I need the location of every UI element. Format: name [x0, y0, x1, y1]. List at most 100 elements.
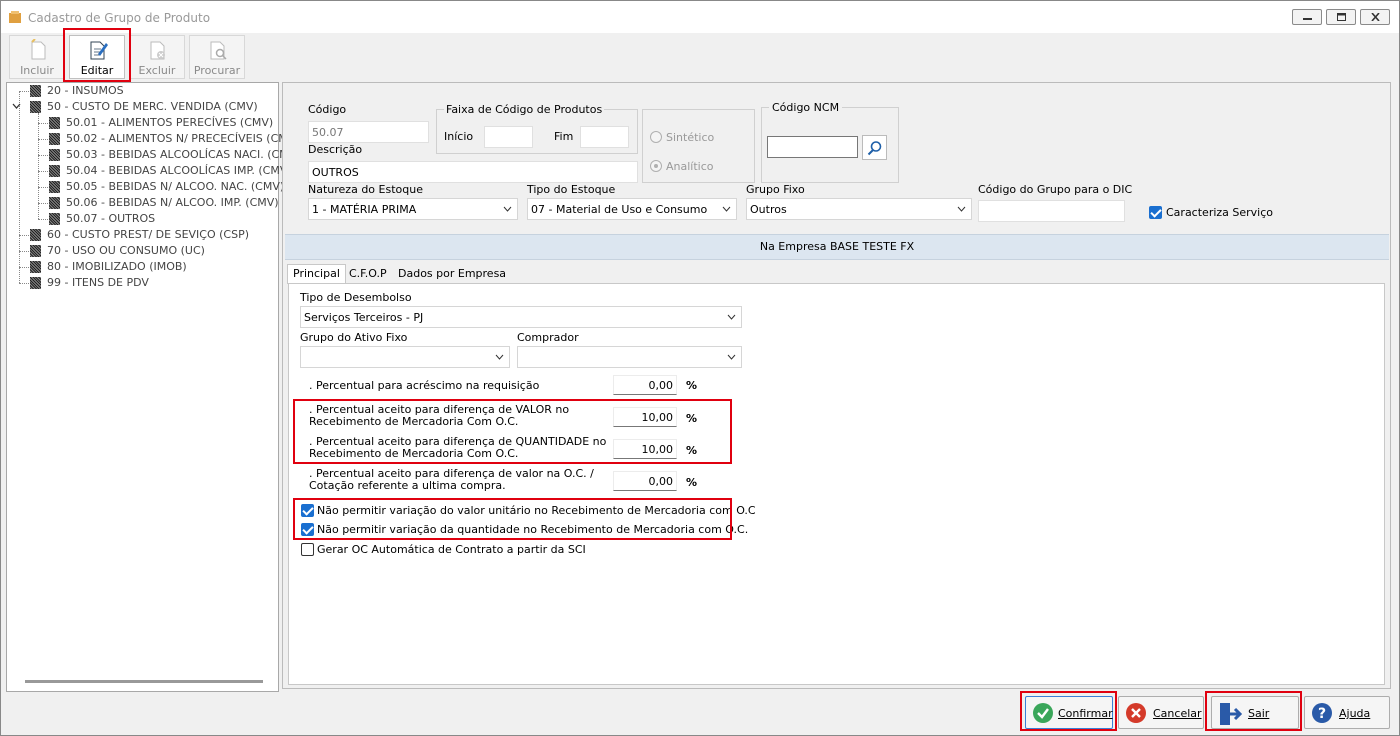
gerar-oc-label: Gerar OC Automática de Contrato a partir… — [317, 543, 586, 556]
editar-label: Editar — [80, 64, 114, 77]
confirmar-button[interactable]: Confirmar — [1025, 696, 1113, 729]
chevron-down-icon — [495, 354, 504, 360]
tipo-estoque-label: Tipo do Estoque — [527, 183, 616, 196]
toolbar: Incluir Editar Excluir Procurar — [1, 33, 1399, 81]
descricao-label: Descrição — [308, 143, 363, 156]
close-icon — [1371, 13, 1380, 21]
ajuda-label: Ajuda — [1339, 707, 1371, 720]
chevron-down-icon[interactable] — [12, 103, 21, 109]
inicio-label: Início — [444, 130, 474, 143]
variacao-quantidade-checkbox[interactable] — [301, 523, 314, 536]
tree-horizontal-scrollbar[interactable] — [25, 680, 263, 683]
chevron-down-icon — [722, 206, 731, 212]
tab-cfop[interactable]: C.F.O.P — [343, 264, 393, 284]
variacao-quantidade-label: Não permitir variação da quantidade no R… — [317, 523, 749, 536]
ajuda-button[interactable]: ? Ajuda — [1304, 696, 1390, 729]
app-icon — [9, 11, 21, 23]
p4-input[interactable]: 0,00 — [613, 471, 677, 491]
fim-label: Fim — [554, 130, 574, 143]
desembolso-select[interactable]: Serviços Terceiros - PJ — [300, 306, 742, 328]
exit-door-icon — [1220, 703, 1242, 725]
edit-document-icon — [90, 41, 108, 60]
ncm-search-button[interactable] — [862, 135, 887, 160]
excluir-label: Excluir — [138, 64, 176, 77]
help-icon: ? — [1312, 703, 1332, 723]
procurar-label: Procurar — [193, 64, 241, 77]
variacao-valor-checkbox[interactable] — [301, 504, 314, 517]
caracteriza-servico-checkbox[interactable] — [1149, 206, 1162, 219]
cancelar-label: Cancelar — [1153, 707, 1202, 720]
minimize-icon — [1303, 18, 1312, 20]
p2-label-line2: Recebimento de Mercadoria Com O.C. — [309, 415, 519, 428]
close-button[interactable] — [1360, 9, 1390, 25]
confirmar-label: Confirmar — [1058, 707, 1113, 720]
p2-input[interactable]: 10,00 — [613, 407, 677, 427]
analitico-label: Analítico — [666, 160, 714, 173]
faixa-label: Faixa de Código de Produtos — [444, 103, 605, 116]
natureza-value: 1 - MATÉRIA PRIMA — [312, 203, 417, 216]
p1-input[interactable]: 0,00 — [613, 375, 677, 395]
principal-tab-content: Tipo de Desembolso Serviços Terceiros - … — [288, 283, 1385, 685]
chevron-down-icon — [957, 206, 966, 212]
incluir-label: Incluir — [20, 64, 54, 77]
dic-label: Código do Grupo para o DIC — [978, 183, 1133, 196]
p4-percent: % — [686, 476, 698, 489]
comprador-label: Comprador — [517, 331, 579, 344]
tipo-estoque-select[interactable]: 07 - Material de Uso e Consumo — [527, 198, 737, 220]
detail-panel: Código 50.07 Descrição OUTROS Faixa de C… — [282, 82, 1391, 689]
grupo-fixo-value: Outros — [750, 203, 787, 216]
window-title: Cadastro de Grupo de Produto — [28, 11, 211, 25]
group-tree: 20 - INSUMOS 50 - CUSTO DE MERC. VENDIDA… — [6, 82, 296, 692]
ncm-field[interactable] — [767, 136, 858, 158]
sintetico-radio[interactable] — [650, 131, 662, 143]
gerar-oc-checkbox[interactable] — [301, 543, 314, 556]
incluir-button[interactable]: Incluir — [9, 35, 65, 79]
svg-text:?: ? — [1318, 706, 1326, 722]
ativo-fixo-select[interactable] — [300, 346, 510, 368]
search-document-icon — [210, 41, 227, 60]
empresa-banner: Na Empresa BASE TESTE FX — [285, 234, 1389, 260]
excluir-button[interactable]: Excluir — [129, 35, 185, 79]
codigo-label: Código — [308, 103, 347, 116]
maximize-button[interactable] — [1326, 9, 1356, 25]
cancelar-button[interactable]: Cancelar — [1118, 696, 1204, 729]
natureza-select[interactable]: 1 - MATÉRIA PRIMA — [308, 198, 518, 220]
ativo-fixo-label: Grupo do Ativo Fixo — [300, 331, 408, 344]
procurar-button[interactable]: Procurar — [189, 35, 245, 79]
p2-percent: % — [686, 412, 698, 425]
delete-document-icon — [150, 41, 165, 60]
chevron-down-icon — [727, 314, 736, 320]
cancel-icon — [1126, 703, 1146, 723]
chevron-down-icon — [727, 354, 736, 360]
tab-dados-empresa[interactable]: Dados por Empresa — [392, 264, 512, 284]
codigo-field[interactable]: 50.07 — [308, 121, 429, 143]
analitico-radio[interactable] — [650, 160, 662, 172]
inicio-field[interactable] — [484, 126, 533, 148]
editar-button[interactable]: Editar — [69, 35, 125, 79]
comprador-select[interactable] — [517, 346, 742, 368]
variacao-valor-label: Não permitir variação do valor unitário … — [317, 504, 756, 517]
tab-principal[interactable]: Principal — [287, 264, 346, 284]
search-icon — [867, 141, 882, 156]
p4-label-line2: Cotação referente a ultima compra. — [309, 479, 506, 492]
fim-field[interactable] — [580, 126, 629, 148]
desembolso-label: Tipo de Desembolso — [300, 291, 412, 304]
main-window: Cadastro de Grupo de Produto Incluir Edi… — [0, 0, 1400, 736]
maximize-icon — [1337, 13, 1346, 21]
minimize-button[interactable] — [1292, 9, 1322, 25]
caracteriza-servico-label: Caracteriza Serviço — [1166, 206, 1274, 219]
grupo-fixo-select[interactable]: Outros — [746, 198, 972, 220]
p1-label: . Percentual para acréscimo na requisiçã… — [309, 379, 540, 392]
descricao-field[interactable]: OUTROS — [308, 161, 638, 183]
p1-percent: % — [686, 379, 698, 392]
sair-button[interactable]: Sair — [1211, 696, 1299, 729]
dic-field[interactable] — [978, 200, 1125, 222]
grupo-fixo-label: Grupo Fixo — [746, 183, 805, 196]
p3-input[interactable]: 10,00 — [613, 439, 677, 459]
sintetico-label: Sintético — [666, 131, 715, 144]
check-icon — [1033, 703, 1053, 723]
new-document-icon — [31, 39, 46, 60]
ncm-label: Código NCM — [769, 101, 843, 114]
desembolso-value: Serviços Terceiros - PJ — [304, 311, 424, 324]
p3-percent: % — [686, 444, 698, 457]
